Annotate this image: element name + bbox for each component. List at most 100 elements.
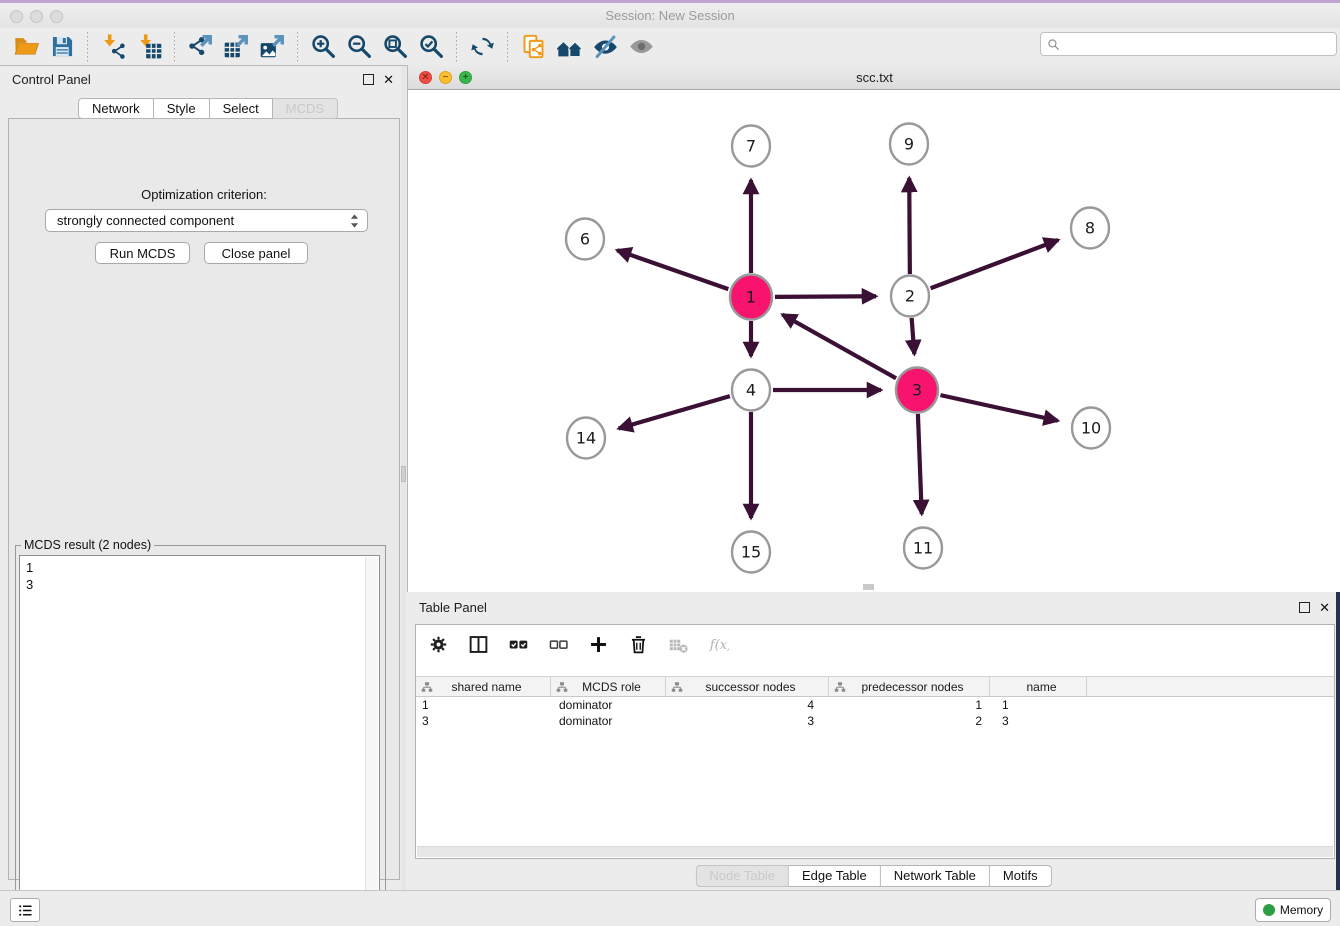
graph-node-1[interactable]: 1 — [730, 275, 772, 320]
column-header-MCDS-role[interactable]: MCDS role — [551, 677, 666, 696]
graph-edge-3-1[interactable] — [782, 315, 896, 379]
table-tab-network-table[interactable]: Network Table — [881, 865, 990, 887]
graph-edge-1-2[interactable] — [775, 296, 876, 297]
table-row[interactable]: 3dominator323 — [416, 713, 1334, 729]
create-column-button[interactable] — [586, 632, 610, 656]
toolbar-separator — [174, 32, 175, 62]
table-cell[interactable]: dominator — [551, 698, 666, 712]
table-cell[interactable]: 1 — [829, 698, 990, 712]
tab-style[interactable]: Style — [154, 98, 210, 119]
zoom-selected-icon — [418, 33, 445, 60]
control-panel-close-icon[interactable]: ✕ — [383, 75, 394, 85]
table-cell[interactable]: 1 — [990, 698, 1087, 712]
splitter-grip[interactable] — [401, 466, 406, 482]
graph-node-9[interactable]: 9 — [890, 124, 928, 165]
column-header-name[interactable]: name — [990, 677, 1087, 696]
table-cell[interactable]: 2 — [829, 714, 990, 728]
table-cell[interactable]: 3 — [666, 714, 829, 728]
table-cell[interactable]: 3 — [990, 714, 1087, 728]
table-cell[interactable]: 4 — [666, 698, 829, 712]
table-hscrollbar[interactable] — [417, 846, 1333, 857]
graph-node-10[interactable]: 10 — [1072, 408, 1110, 449]
graph-edge-2-3[interactable] — [912, 318, 915, 354]
show-columns-button[interactable] — [466, 632, 490, 656]
network-window-titlebar[interactable]: ✕ − + scc.txt — [408, 65, 1340, 90]
graph-edge-3-11[interactable] — [918, 414, 922, 514]
tab-mcds[interactable]: MCDS — [273, 98, 338, 119]
graph-node-15[interactable]: 15 — [732, 532, 770, 573]
graph-edge-2-9[interactable] — [909, 178, 910, 274]
table-tab-node-table[interactable]: Node Table — [695, 865, 789, 887]
panel-splitter[interactable] — [401, 66, 406, 890]
graph-edge-2-8[interactable] — [931, 240, 1059, 288]
graph-node-8[interactable]: 8 — [1071, 208, 1109, 249]
deselect-all-columns-button[interactable] — [546, 632, 570, 656]
hide-selected-button[interactable] — [587, 31, 623, 63]
column-header-shared-name[interactable]: shared name — [416, 677, 551, 696]
close-panel-button[interactable]: Close panel — [204, 242, 308, 264]
graph-node-2[interactable]: 2 — [891, 276, 929, 317]
memory-button[interactable]: Memory — [1255, 898, 1331, 922]
node-label: 15 — [741, 543, 761, 562]
import-network-button[interactable] — [95, 31, 131, 63]
column-header-predecessor-nodes[interactable]: predecessor nodes — [829, 677, 990, 696]
graph-node-11[interactable]: 11 — [904, 528, 942, 569]
search-box[interactable] — [1040, 32, 1337, 56]
show-all-button[interactable] — [623, 31, 659, 63]
network-graph[interactable]: 7 9 6 8 1 2 4 3 14 10 15 11 — [408, 90, 1340, 592]
table-panel-close-icon[interactable]: ✕ — [1319, 603, 1330, 613]
first-neighbors-button[interactable] — [551, 31, 587, 63]
graph-node-7[interactable]: 7 — [732, 126, 770, 167]
apply-layout-button[interactable] — [464, 31, 500, 63]
zoom-selected-button[interactable] — [413, 31, 449, 63]
table-tab-motifs[interactable]: Motifs — [990, 865, 1052, 887]
export-table-button[interactable] — [218, 31, 254, 63]
table-settings-button[interactable] — [426, 632, 450, 656]
clone-network-button[interactable] — [515, 31, 551, 63]
table-panel-float-icon[interactable] — [1299, 602, 1310, 613]
zoom-fit-button[interactable] — [377, 31, 413, 63]
run-mcds-button[interactable]: Run MCDS — [95, 242, 190, 264]
select-all-columns-button[interactable] — [506, 632, 530, 656]
network-canvas[interactable]: 7 9 6 8 1 2 4 3 14 10 15 11 — [408, 90, 1340, 592]
graph-node-4[interactable]: 4 — [732, 370, 770, 411]
zoom-out-button[interactable] — [341, 31, 377, 63]
table-cell[interactable]: 1 — [416, 698, 551, 712]
optimization-criterion-select[interactable]: strongly connected component — [45, 209, 368, 232]
control-panel-float-icon[interactable] — [363, 74, 374, 85]
delete-column-button[interactable] — [626, 632, 650, 656]
deselect-all-icon — [548, 634, 569, 655]
export-network-button[interactable] — [182, 31, 218, 63]
table-tab-edge-table[interactable]: Edge Table — [789, 865, 881, 887]
open-session-button[interactable] — [8, 31, 44, 63]
svg-text:f(x): f(x) — [708, 637, 728, 652]
graph-edge-1-6[interactable] — [617, 250, 728, 289]
graph-edge-3-10[interactable] — [940, 395, 1057, 421]
tab-network[interactable]: Network — [78, 98, 154, 119]
table-cell[interactable]: 3 — [416, 714, 551, 728]
hierarchy-icon — [556, 681, 568, 693]
graph-node-6[interactable]: 6 — [566, 219, 604, 260]
task-history-button[interactable] — [10, 898, 40, 922]
graph-node-3[interactable]: 3 — [896, 368, 938, 413]
import-table-button[interactable] — [131, 31, 167, 63]
zoom-in-button[interactable] — [305, 31, 341, 63]
result-scrollbar[interactable] — [365, 557, 378, 915]
node-label: 4 — [746, 381, 756, 400]
column-header-successor-nodes[interactable]: successor nodes — [666, 677, 829, 696]
graph-node-14[interactable]: 14 — [567, 418, 605, 459]
search-input[interactable] — [1060, 34, 1336, 54]
table-cell[interactable]: dominator — [551, 714, 666, 728]
graph-edge-4-14[interactable] — [619, 396, 730, 428]
export-image-button[interactable] — [254, 31, 290, 63]
mcds-result-list[interactable]: 13 — [19, 555, 380, 917]
tab-select[interactable]: Select — [210, 98, 273, 119]
clone-network-icon — [520, 33, 547, 60]
table-row[interactable]: 1dominator411 — [416, 697, 1334, 713]
canvas-resize-grip[interactable] — [863, 584, 874, 590]
import-network-icon — [100, 33, 127, 60]
save-session-button[interactable] — [44, 31, 80, 63]
node-label: 3 — [912, 381, 922, 400]
eye-icon — [628, 33, 655, 60]
toolbar-separator — [456, 32, 457, 62]
